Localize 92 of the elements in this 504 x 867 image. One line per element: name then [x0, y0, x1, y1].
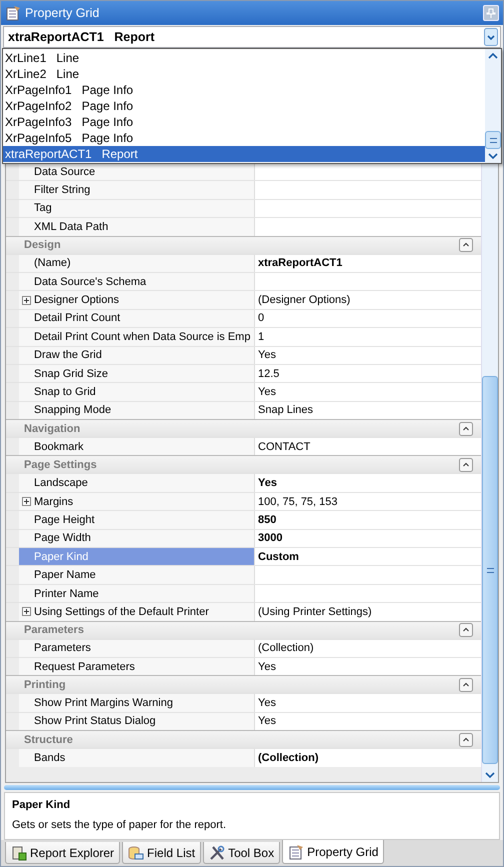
property-value[interactable]: (Collection): [255, 640, 481, 657]
property-value[interactable]: Yes: [255, 346, 481, 364]
property-name[interactable]: Parameters: [19, 640, 255, 657]
tab[interactable]: Report Explorer: [5, 842, 120, 864]
property-value[interactable]: 3000: [255, 530, 481, 548]
dropdown-item[interactable]: XrLine2 Line: [3, 66, 485, 82]
category-header[interactable]: Structure: [6, 730, 481, 748]
property-name[interactable]: Tag: [19, 200, 255, 218]
property-value[interactable]: Custom: [255, 548, 481, 566]
description-title: Paper Kind: [12, 799, 72, 811]
property-name[interactable]: Detail Print Count when Data Source is Emp: [19, 328, 255, 346]
database-icon: [128, 844, 144, 860]
tab[interactable]: Property Grid: [282, 840, 384, 864]
property-name[interactable]: Data Source's Schema: [19, 272, 255, 290]
property-name[interactable]: Printer Name: [19, 584, 255, 602]
dropdown-item[interactable]: XrPageInfo1 Page Info: [3, 82, 485, 98]
expand-icon[interactable]: [22, 607, 31, 616]
property-name[interactable]: Designer Options: [19, 291, 255, 309]
property-name[interactable]: Request Parameters: [19, 658, 255, 676]
property-value[interactable]: Yes: [255, 658, 481, 676]
property-name[interactable]: Paper Name: [19, 566, 255, 584]
description-text: Gets or sets the type of paper for the report.: [12, 819, 228, 831]
property-value[interactable]: (Collection): [255, 749, 481, 767]
window-title: Property Grid: [25, 6, 100, 20]
chevron-down-icon[interactable]: [487, 151, 499, 161]
category-header[interactable]: Printing: [6, 675, 481, 694]
object-selector[interactable]: xtraReportACT1 Report: [3, 26, 501, 48]
property-value[interactable]: CONTACT: [255, 438, 481, 456]
property-grid-icon: [288, 844, 304, 860]
property-value[interactable]: xtraReportACT1: [255, 254, 481, 272]
category-title: Parameters: [24, 624, 84, 636]
property-name[interactable]: Page Height: [19, 511, 255, 529]
collapse-icon[interactable]: [459, 458, 473, 472]
property-name[interactable]: Margins: [19, 492, 255, 510]
property-value[interactable]: Snap Lines: [255, 402, 481, 420]
property-value[interactable]: Yes: [255, 474, 481, 492]
pin-icon: [486, 8, 496, 18]
property-name[interactable]: Show Print Margins Warning: [19, 694, 255, 712]
tools-icon: [209, 844, 226, 860]
chevron-up-icon[interactable]: [487, 51, 499, 61]
property-name[interactable]: Using Settings of the Default Printer: [19, 603, 255, 621]
category-header[interactable]: Design: [6, 236, 481, 254]
property-value[interactable]: Yes: [255, 383, 481, 401]
property-value[interactable]: 100, 75, 75, 153: [255, 492, 481, 510]
property-value[interactable]: 850: [255, 511, 481, 529]
dropdown-item[interactable]: XrPageInfo2 Page Info: [3, 98, 485, 114]
category-title: Design: [24, 239, 61, 252]
property-name[interactable]: Bookmark: [19, 438, 255, 456]
chevron-down-icon[interactable]: [484, 770, 496, 780]
property-value[interactable]: 1: [255, 328, 481, 346]
tab[interactable]: Tool Box: [203, 842, 280, 864]
property-name[interactable]: Snap to Grid: [19, 383, 255, 401]
property-value[interactable]: Yes: [255, 712, 481, 730]
property-name[interactable]: (Name): [19, 254, 255, 272]
expand-icon[interactable]: [22, 497, 31, 506]
property-value[interactable]: Yes: [255, 694, 481, 712]
property-name[interactable]: Landscape: [19, 474, 255, 492]
property-name[interactable]: Draw the Grid: [19, 346, 255, 364]
category-title: Printing: [24, 678, 66, 691]
property-name[interactable]: Detail Print Count: [19, 310, 255, 328]
property-name[interactable]: Bands: [19, 749, 255, 767]
property-name[interactable]: Data Source: [19, 163, 255, 180]
collapse-icon[interactable]: [459, 732, 473, 747]
collapse-icon[interactable]: [459, 623, 473, 638]
property-name[interactable]: Page Width: [19, 530, 255, 548]
category-title: Structure: [24, 734, 73, 746]
property-value[interactable]: 0: [255, 310, 481, 328]
property-name[interactable]: Filter String: [19, 181, 255, 199]
dropdown-item[interactable]: XrPageInfo5 Page Info: [3, 130, 485, 146]
scrollbar[interactable]: [485, 49, 501, 163]
property-value[interactable]: 12.5: [255, 364, 481, 382]
category-title: Page Settings: [24, 458, 97, 471]
property-name[interactable]: Snapping Mode: [19, 402, 255, 420]
property-name[interactable]: XML Data Path: [19, 218, 255, 236]
property-value[interactable]: (Using Printer Settings): [255, 603, 481, 621]
property-name[interactable]: Snap Grid Size: [19, 364, 255, 382]
property-value[interactable]: (Designer Options): [255, 291, 481, 309]
property-grid-icon: [5, 5, 21, 21]
dropdown-item[interactable]: XrLine1 Line: [3, 50, 485, 66]
dropdown-item[interactable]: xtraReportACT1 Report: [3, 146, 485, 162]
category-header[interactable]: Page Settings: [6, 455, 481, 474]
category-title: Navigation: [24, 422, 80, 435]
dropdown-item[interactable]: XrPageInfo3 Page Info: [3, 114, 485, 130]
category-header[interactable]: Navigation: [6, 419, 481, 438]
tab[interactable]: Field List: [122, 842, 202, 864]
expand-icon[interactable]: [22, 296, 31, 305]
clipboard-icon: [11, 844, 27, 860]
category-header[interactable]: Parameters: [6, 620, 481, 639]
collapse-icon[interactable]: [459, 422, 473, 436]
collapse-icon[interactable]: [459, 678, 473, 692]
collapse-icon[interactable]: [459, 238, 473, 252]
property-name[interactable]: Show Print Status Dialog: [19, 712, 255, 730]
